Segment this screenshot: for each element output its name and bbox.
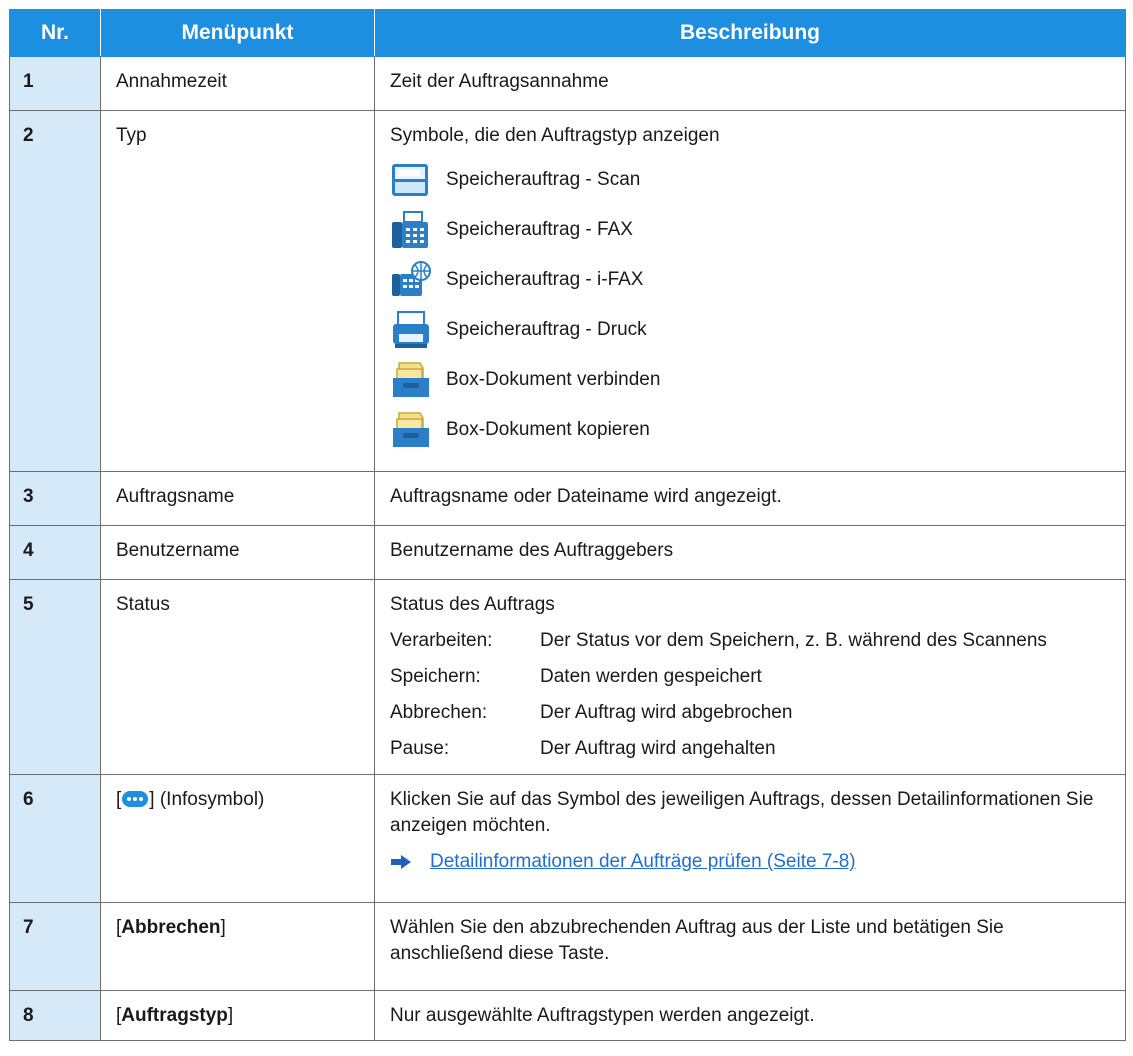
table-row: 4 Benutzername Benutzername des Auftragg…: [9, 525, 1126, 580]
button-name: Auftragstyp: [121, 1005, 228, 1026]
type-label: Box-Dokument kopieren: [446, 419, 650, 440]
table-row: 8 [Auftragstyp] Nur ausgewählte Auftrags…: [9, 990, 1126, 1041]
document-box-icon: [390, 407, 436, 453]
type-label: Speicherauftrag - Scan: [446, 169, 641, 190]
table-row: 3 Auftragsname Auftragsname oder Dateina…: [9, 471, 1126, 526]
status-entry: Abbrechen: Der Auftrag wird abgebrochen: [390, 700, 1115, 726]
status-label: Abbrechen:: [390, 702, 488, 723]
type-label: Box-Dokument verbinden: [446, 369, 661, 390]
status-label: Speichern:: [390, 666, 481, 687]
table-header-row: Nr. Menüpunkt Beschreibung: [9, 9, 1126, 57]
info-description: Klicken Sie auf das Symbol des jeweilige…: [390, 789, 1094, 836]
status-intro: Status des Auftrags: [390, 594, 555, 615]
ifax-icon: [390, 257, 436, 303]
printer-icon: [390, 307, 436, 353]
bracket-close: ]: [227, 1005, 234, 1026]
status-text: Der Auftrag wird angehalten: [540, 738, 776, 759]
bracket-close: ] (Infosymbol): [149, 789, 265, 810]
detail-info-link[interactable]: Detailinformationen der Aufträge prüfen …: [430, 849, 856, 875]
table-row: 1 Annahmezeit Zeit der Auftragsannahme: [9, 56, 1126, 111]
row-number: 3: [9, 471, 101, 526]
status-entry: Speichern: Daten werden gespeichert: [390, 664, 1115, 690]
table-row: 2 Typ Symbole, die den Auftragstyp anzei…: [9, 110, 1126, 472]
fax-icon: [390, 207, 436, 253]
type-intro: Symbole, die den Auftragstyp anzeigen: [390, 125, 720, 146]
scanner-icon: [390, 157, 436, 203]
table-row: 5 Status Status des Auftrags Verarbeiten…: [9, 579, 1126, 775]
row-number: 5: [9, 579, 101, 775]
button-name: Abbrechen: [121, 917, 221, 938]
row-item: [Auftragstyp]: [100, 990, 375, 1041]
row-item: Benutzername: [100, 525, 375, 580]
status-label: Pause:: [390, 738, 450, 759]
type-label: Speicherauftrag - i-FAX: [446, 269, 644, 290]
status-text: Daten werden gespeichert: [540, 666, 762, 687]
table-row: 6 [] (Infosymbol) Klicken Sie auf das Sy…: [9, 774, 1126, 903]
arrow-right-icon: [390, 852, 412, 872]
row-description: Wählen Sie den abzubrechenden Auftrag au…: [374, 902, 1126, 991]
row-number: 2: [9, 110, 101, 472]
status-entry: Pause: Der Auftrag wird angehalten: [390, 736, 1115, 762]
row-description: Benutzername des Auftraggebers: [374, 525, 1126, 580]
row-number: 6: [9, 774, 101, 903]
menu-table: Nr. Menüpunkt Beschreibung 1 Annahmezeit…: [9, 9, 1126, 1041]
reference-link-line: Detailinformationen der Aufträge prüfen …: [390, 849, 1115, 875]
row-description: Zeit der Auftragsannahme: [374, 56, 1126, 111]
status-entry: Verarbeiten: Der Status vor dem Speicher…: [390, 628, 1115, 654]
row-description: Symbole, die den Auftragstyp anzeigen Sp…: [374, 110, 1126, 472]
type-label: Speicherauftrag - Druck: [446, 319, 647, 340]
row-description: Auftragsname oder Dateiname wird angezei…: [374, 471, 1126, 526]
type-label: Speicherauftrag - FAX: [446, 219, 633, 240]
row-item: Annahmezeit: [100, 56, 375, 111]
row-item: [Abbrechen]: [100, 902, 375, 991]
type-entry: Speicherauftrag - Scan: [390, 155, 1115, 205]
info-icon: [121, 790, 149, 808]
row-item: [] (Infosymbol): [100, 774, 375, 903]
document-box-icon: [390, 357, 436, 403]
status-text: Der Auftrag wird abgebrochen: [540, 702, 793, 723]
status-label: Verarbeiten:: [390, 630, 493, 651]
row-item: Auftragsname: [100, 471, 375, 526]
type-entry: Speicherauftrag - i-FAX: [390, 255, 1115, 305]
type-entry: Box-Dokument kopieren: [390, 405, 1115, 455]
header-menu-item: Menüpunkt: [100, 9, 375, 57]
row-description: Status des Auftrags Verarbeiten: Der Sta…: [374, 579, 1126, 775]
row-item: Typ: [100, 110, 375, 472]
row-description: Nur ausgewählte Auftragstypen werden ang…: [374, 990, 1126, 1041]
table-row: 7 [Abbrechen] Wählen Sie den abzubrechen…: [9, 902, 1126, 991]
row-description: Klicken Sie auf das Symbol des jeweilige…: [374, 774, 1126, 903]
row-number: 1: [9, 56, 101, 111]
bracket-close: ]: [220, 917, 226, 938]
type-entry: Speicherauftrag - FAX: [390, 205, 1115, 255]
row-number: 7: [9, 902, 101, 991]
row-number: 8: [9, 990, 101, 1041]
row-item: Status: [100, 579, 375, 775]
type-entry: Speicherauftrag - Druck: [390, 305, 1115, 355]
row-number: 4: [9, 525, 101, 580]
status-text: Der Status vor dem Speichern, z. B. währ…: [540, 630, 1047, 651]
type-entry: Box-Dokument verbinden: [390, 355, 1115, 405]
header-description: Beschreibung: [374, 9, 1126, 57]
header-nr: Nr.: [9, 9, 101, 57]
